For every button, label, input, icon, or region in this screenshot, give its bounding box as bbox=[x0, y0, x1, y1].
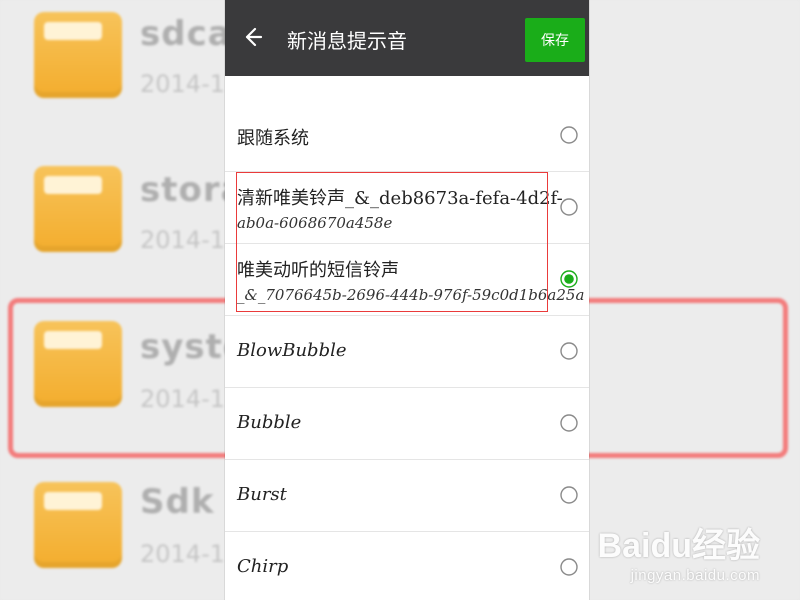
bg-folder-date: 2014-1 bbox=[140, 226, 226, 254]
bg-folder-name: Sdk bbox=[140, 482, 215, 522]
bg-folder-date: 2014-1 bbox=[140, 540, 226, 568]
radio-checked-icon[interactable] bbox=[560, 270, 578, 288]
ringtone-option[interactable]: 跟随系统 bbox=[225, 100, 589, 172]
watermark-logo-text: Baidu经验 bbox=[597, 527, 760, 565]
ringtone-option[interactable]: Chirp bbox=[225, 532, 589, 600]
radio-unchecked-icon[interactable] bbox=[560, 342, 578, 360]
radio-unchecked-icon[interactable] bbox=[560, 486, 578, 504]
folder-icon bbox=[34, 482, 122, 568]
radio-unchecked-icon[interactable] bbox=[560, 414, 578, 432]
ringtone-option[interactable]: Bubble bbox=[225, 388, 589, 460]
top-bar: 新消息提示音 保存 bbox=[225, 0, 589, 76]
folder-icon bbox=[34, 166, 122, 252]
save-button[interactable]: 保存 bbox=[525, 18, 585, 62]
ringtone-label: 跟随系统 bbox=[237, 128, 309, 149]
ringtone-label: Burst bbox=[237, 484, 287, 505]
bg-folder-date: 2014-1 bbox=[140, 70, 226, 98]
ringtone-option[interactable]: Burst bbox=[225, 460, 589, 532]
ringtone-label: BlowBubble bbox=[237, 340, 347, 361]
ringtone-option[interactable]: 唯美动听的短信铃声 _&_7076645b-2696-444b-976f-59c0… bbox=[225, 244, 589, 316]
ringtone-settings-screen: 新消息提示音 保存 跟随系统清新唯美铃声_&_deb8673a-fefa-4d2… bbox=[225, 0, 589, 600]
ringtone-label: Chirp bbox=[237, 556, 289, 577]
radio-unchecked-icon[interactable] bbox=[560, 126, 578, 144]
arrow-left-icon[interactable] bbox=[239, 24, 265, 50]
ringtone-label-continued: ab0a-6068670a458e bbox=[237, 214, 393, 232]
watermark-url: jingyan.baidu.com bbox=[630, 567, 760, 584]
ringtone-label-continued: _&_7076645b-2696-444b-976f-59c0d1b6a25a bbox=[237, 286, 585, 304]
page-title: 新消息提示音 bbox=[287, 29, 407, 53]
ringtone-label: Bubble bbox=[237, 412, 302, 433]
ringtone-option[interactable]: 清新唯美铃声_&_deb8673a-fefa-4d2f-ab0a-6068670… bbox=[225, 172, 589, 244]
ringtone-list: 跟随系统清新唯美铃声_&_deb8673a-fefa-4d2f-ab0a-606… bbox=[225, 100, 589, 600]
baidu-jingyan-watermark: Baidu经验 jingyan.baidu.com bbox=[598, 518, 760, 584]
folder-icon bbox=[34, 12, 122, 98]
radio-unchecked-icon[interactable] bbox=[560, 558, 578, 576]
ringtone-label: 唯美动听的短信铃声 bbox=[237, 260, 399, 281]
ringtone-label: 清新唯美铃声_&_deb8673a-fefa-4d2f- bbox=[237, 188, 563, 209]
radio-unchecked-icon[interactable] bbox=[560, 198, 578, 216]
ringtone-option[interactable]: BlowBubble bbox=[225, 316, 589, 388]
